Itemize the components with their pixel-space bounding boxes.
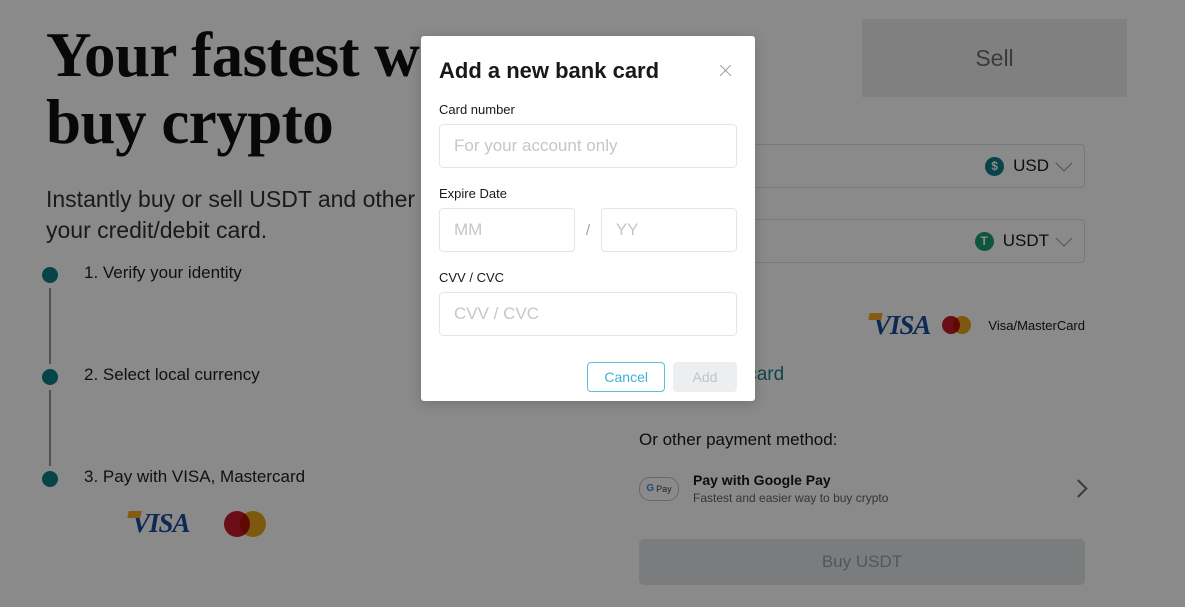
date-separator: / [585, 221, 591, 239]
expire-year-placeholder: YY [615, 220, 639, 240]
page-root: Your fastest way buy crypto Instantly bu… [0, 0, 1185, 607]
expire-year-input[interactable]: YY [600, 208, 737, 253]
dialog-header: Add a new bank card [439, 58, 737, 84]
dialog-actions: Cancel Add [439, 362, 737, 393]
cancel-button[interactable]: Cancel [587, 362, 665, 393]
card-number-input[interactable]: For your account only [439, 124, 737, 169]
dialog-title: Add a new bank card [439, 58, 660, 83]
add-button[interactable]: Add [673, 362, 737, 393]
cvv-placeholder: CVV / CVC [454, 304, 540, 324]
expire-date-label: Expire Date [439, 186, 507, 202]
add-bank-card-dialog: Add a new bank card Card number For your… [421, 36, 755, 401]
expire-month-placeholder: MM [454, 220, 483, 240]
cvv-label: CVV / CVC [439, 270, 505, 286]
card-number-label: Card number [439, 102, 515, 118]
cvv-input[interactable]: CVV / CVC [439, 292, 737, 337]
expire-month-input[interactable]: MM [439, 208, 576, 253]
card-number-placeholder: For your account only [454, 136, 618, 156]
close-icon[interactable] [715, 60, 737, 82]
expire-date-row: MM / YY [439, 208, 737, 253]
